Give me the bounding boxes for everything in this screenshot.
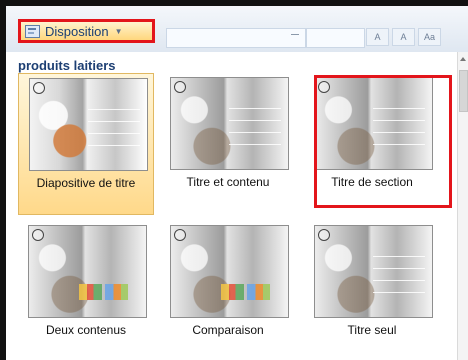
placeholder-lines — [229, 102, 281, 146]
placeholder-lines — [373, 250, 425, 294]
font-name-dropdown-icon — [291, 34, 299, 40]
layout-tile-label: Deux contenus — [45, 323, 127, 337]
content-icon — [79, 284, 102, 300]
content-icon — [247, 284, 270, 300]
layout-tile-title-content[interactable]: Titre et contenu — [160, 73, 296, 215]
placeholder-lines — [88, 103, 140, 147]
layout-tile-title-slide[interactable]: Diapositive de titre — [18, 73, 154, 215]
scroll-up-icon[interactable] — [460, 57, 466, 61]
content-icon — [221, 284, 244, 300]
layout-thumbnail — [170, 225, 289, 318]
shrink-font-label: A — [400, 32, 407, 42]
layout-tile-section-header[interactable]: Titre de section — [304, 73, 440, 215]
layout-thumbnail — [29, 78, 148, 171]
layout-icon — [25, 24, 40, 38]
layout-tile-label: Comparaison — [192, 323, 264, 337]
change-case-label: Aa — [423, 32, 435, 42]
layout-tile-two-content[interactable]: Deux contenus — [18, 221, 154, 360]
layout-thumbnail — [170, 77, 289, 170]
layout-button-label: Disposition — [45, 23, 109, 39]
layout-tile-label: Diapositive de titre — [36, 176, 136, 190]
layout-tile-label: Titre de section — [331, 175, 413, 189]
layout-thumbnail — [314, 77, 433, 170]
slide-logo-icon — [318, 229, 330, 241]
gallery-scrollbar[interactable] — [457, 52, 468, 360]
placeholder-lines — [373, 102, 425, 146]
grow-font-label: A — [374, 32, 381, 42]
screenshot-stage: A A Aa Disposition ▼ produits laitiers D… — [0, 0, 468, 360]
slide-logo-icon — [318, 81, 330, 93]
layout-thumbnail — [28, 225, 147, 318]
layout-thumbnail — [314, 225, 433, 318]
font-size-field[interactable] — [306, 28, 365, 48]
slide-logo-icon — [174, 229, 186, 241]
layout-tile-label: Titre seul — [347, 323, 397, 337]
layout-button[interactable]: Disposition ▼ — [18, 19, 155, 43]
layout-tile-title-only[interactable]: Titre seul — [304, 221, 440, 360]
slide-logo-icon — [32, 229, 44, 241]
change-case-button[interactable]: Aa — [418, 28, 441, 46]
layout-tile-comparison[interactable]: Comparaison — [160, 221, 296, 360]
shrink-font-button[interactable]: A — [392, 28, 415, 46]
chevron-down-icon: ▼ — [114, 26, 123, 36]
gallery-section-title: produits laitiers — [18, 58, 116, 73]
scrollbar-thumb[interactable] — [459, 70, 468, 112]
font-name-field[interactable] — [166, 28, 306, 48]
slide-logo-icon — [33, 82, 45, 94]
content-icon — [105, 284, 128, 300]
grow-font-button[interactable]: A — [366, 28, 389, 46]
slide-logo-icon — [174, 81, 186, 93]
layout-tile-label: Titre et contenu — [186, 175, 270, 189]
